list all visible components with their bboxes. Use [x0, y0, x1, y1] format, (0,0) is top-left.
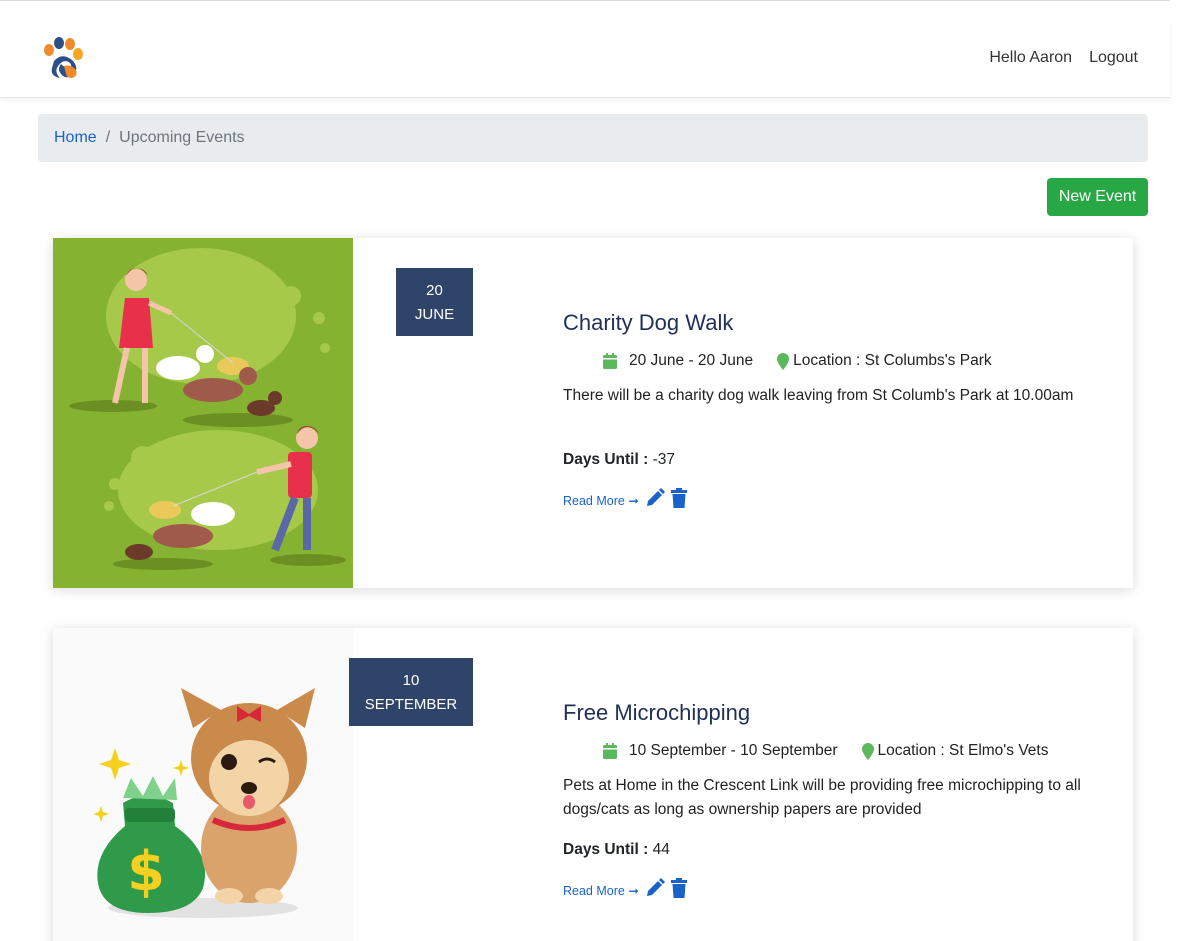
event-actions: Read More ➞ [563, 488, 687, 508]
map-pin-icon [777, 352, 790, 370]
pencil-icon[interactable] [645, 878, 665, 898]
event-location: Location : St Columbs's Park [777, 352, 992, 370]
days-until-label: Days Until : [563, 451, 649, 468]
read-more-label: Read More [563, 884, 625, 898]
logout-link[interactable]: Logout [1089, 49, 1138, 67]
event-location: Location : St Elmo's Vets [861, 742, 1049, 760]
read-more-link[interactable]: Read More ➞ [563, 493, 639, 508]
event-meta: 10 September - 10 September Location : S… [603, 742, 1048, 760]
map-pin-icon [861, 742, 874, 760]
event-day: 10 [402, 672, 420, 689]
days-until-value: 44 [648, 841, 670, 858]
greeting-text: Hello Aaron [989, 49, 1073, 66]
new-event-button[interactable]: New Event [1047, 178, 1148, 216]
event-description: Pets at Home in the Crescent Link will b… [563, 777, 1081, 818]
paw-logo-icon[interactable] [40, 36, 86, 82]
event-location-text: Location : St Elmo's Vets [877, 742, 1049, 759]
trash-icon[interactable] [670, 878, 687, 898]
days-until: Days Until : -37 [563, 451, 675, 469]
event-date-badge: 20 JUNE [396, 268, 473, 336]
breadcrumb-home-link[interactable]: Home [54, 129, 97, 147]
event-dates: 20 June - 20 June [629, 352, 754, 369]
event-image-dog-money: $ [53, 628, 353, 941]
days-until-label: Days Until : [563, 841, 649, 858]
arrow-right-icon: ➞ [628, 884, 639, 898]
breadcrumb: Home / Upcoming Events [38, 114, 1148, 162]
days-until-value: -37 [648, 451, 675, 468]
event-image-dog-walk [53, 238, 353, 588]
event-day: 20 [426, 282, 443, 299]
event-title: Free Microchipping [563, 700, 751, 725]
event-description: There will be a charity dog walk leaving… [563, 387, 1074, 404]
read-more-label: Read More [563, 494, 625, 508]
event-card: 20 JUNE Charity Dog Walk 20 June - 20 Ju… [53, 238, 1133, 588]
calendar-icon [603, 353, 617, 369]
event-month: JUNE [414, 306, 455, 323]
read-more-link[interactable]: Read More ➞ [563, 883, 639, 898]
event-meta: 20 June - 20 June Location : St Columbs'… [603, 352, 992, 370]
days-until: Days Until : 44 [563, 841, 670, 859]
pencil-icon[interactable] [645, 488, 665, 508]
svg-text:$: $ [127, 840, 165, 903]
event-location-text: Location : St Columbs's Park [793, 352, 992, 369]
breadcrumb-separator: / [105, 129, 111, 146]
calendar-icon [603, 743, 617, 759]
event-title: Charity Dog Walk [563, 310, 734, 335]
arrow-right-icon: ➞ [628, 494, 639, 508]
top-border [0, 0, 1170, 1]
navbar: Hello Aaron Logout [0, 20, 1170, 98]
event-date-badge: 10 SEPTEMBER [349, 658, 473, 726]
breadcrumb-current: Upcoming Events [119, 129, 245, 146]
trash-icon[interactable] [670, 488, 687, 508]
event-card: $ 10 SEPTEMBER Free Microchipping 10 Sep… [53, 628, 1133, 941]
event-month: SEPTEMBER [364, 696, 458, 713]
event-dates: 10 September - 10 September [629, 742, 838, 759]
event-actions: Read More ➞ [563, 878, 687, 898]
